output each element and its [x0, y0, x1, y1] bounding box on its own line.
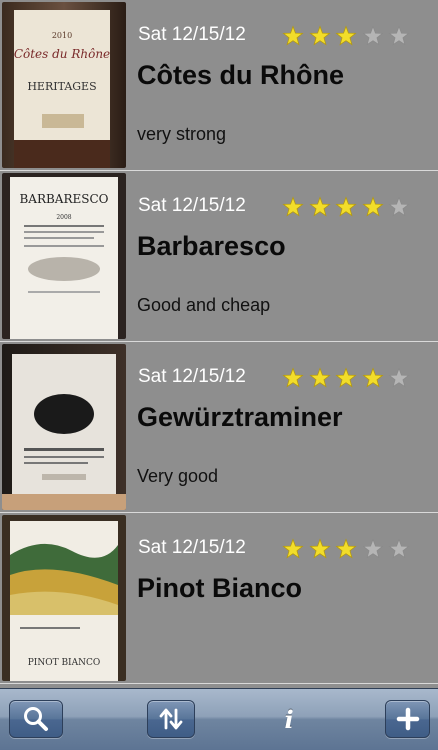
info-button[interactable]: i: [274, 703, 304, 737]
wine-note: Very good: [137, 466, 219, 486]
label-text: HERITAGES: [27, 80, 96, 93]
star-empty-icon[interactable]: [388, 25, 410, 47]
star-filled-icon[interactable]: [282, 25, 304, 47]
wine-row[interactable]: Sat 12/15/12 Gewürztraminer Very good: [0, 342, 438, 513]
star-filled-icon[interactable]: [335, 25, 357, 47]
star-empty-icon[interactable]: [388, 196, 410, 218]
rating-stars[interactable]: [282, 538, 412, 560]
wine-name: Barbaresco: [137, 231, 286, 261]
label-text: Côtes du Rhône: [14, 47, 110, 61]
label-text: BARBARESCO: [19, 192, 108, 206]
wine-name: Pinot Bianco: [137, 573, 303, 603]
sort-button[interactable]: [147, 700, 195, 738]
star-empty-icon[interactable]: [388, 367, 410, 389]
wine-name: Gewürztraminer: [137, 402, 343, 432]
wine-list[interactable]: 2010 Côtes du Rhône HERITAGES Sat 12/15/…: [0, 0, 438, 686]
star-filled-icon[interactable]: [308, 25, 331, 47]
wine-date: Sat 12/15/12: [138, 366, 246, 387]
wine-note: Good and cheap: [137, 295, 271, 315]
wine-photo: PINOT BIANCO: [2, 515, 126, 681]
wine-photo: [2, 344, 126, 510]
rating-stars[interactable]: [282, 367, 412, 389]
star-filled-icon[interactable]: [308, 538, 331, 560]
sort-arrows-icon: [159, 708, 183, 730]
plus-icon: [396, 707, 419, 731]
star-empty-icon[interactable]: [388, 538, 410, 560]
add-button[interactable]: [385, 700, 430, 738]
search-icon: [24, 707, 48, 731]
star-filled-icon[interactable]: [335, 367, 357, 389]
wine-date: Sat 12/15/12: [138, 195, 246, 216]
star-filled-icon[interactable]: [308, 367, 331, 389]
star-filled-icon[interactable]: [282, 538, 304, 560]
star-empty-icon[interactable]: [361, 25, 384, 47]
bottom-toolbar: i: [0, 688, 438, 750]
star-filled-icon[interactable]: [335, 538, 357, 560]
star-filled-icon[interactable]: [282, 196, 304, 218]
label-text: 2008: [56, 214, 71, 221]
wine-row[interactable]: 2010 Côtes du Rhône HERITAGES Sat 12/15/…: [0, 0, 438, 171]
star-empty-icon[interactable]: [361, 538, 384, 560]
wine-photo: BARBARESCO 2008: [2, 173, 126, 339]
search-button[interactable]: [9, 700, 63, 738]
wine-name: Côtes du Rhône: [137, 60, 344, 90]
star-filled-icon[interactable]: [361, 367, 384, 389]
wine-row[interactable]: BARBARESCO 2008 Sat 12/15/12 Barbaresco …: [0, 171, 438, 342]
rating-stars[interactable]: [282, 25, 412, 47]
wine-note: very strong: [137, 124, 227, 144]
star-filled-icon[interactable]: [282, 367, 304, 389]
star-filled-icon[interactable]: [308, 196, 331, 218]
wine-date: Sat 12/15/12: [138, 24, 246, 45]
label-text: 2010: [52, 31, 72, 40]
wine-photo: 2010 Côtes du Rhône HERITAGES: [2, 2, 126, 168]
wine-row[interactable]: PINOT BIANCO Sat 12/15/12 Pinot Bianco: [0, 513, 438, 684]
star-filled-icon[interactable]: [361, 196, 384, 218]
star-filled-icon[interactable]: [335, 196, 357, 218]
wine-date: Sat 12/15/12: [138, 537, 246, 558]
label-text: PINOT BIANCO: [28, 658, 101, 668]
rating-stars[interactable]: [282, 196, 412, 218]
